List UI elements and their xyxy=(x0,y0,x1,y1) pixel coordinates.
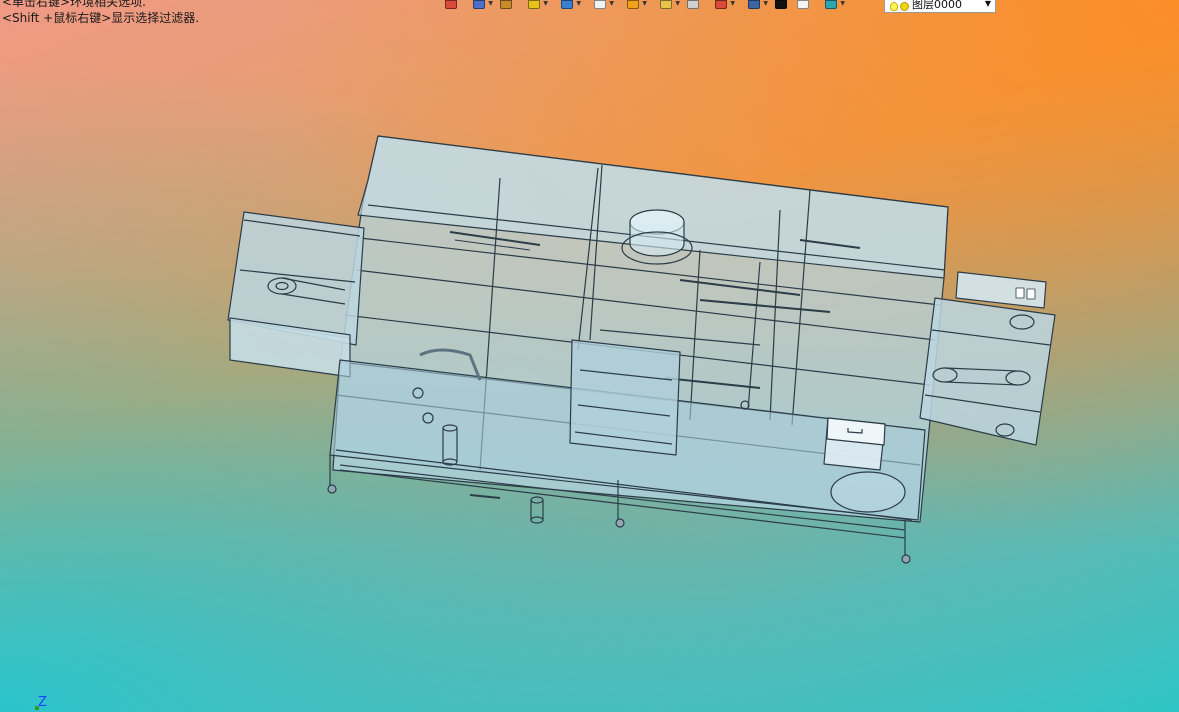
cad-model-machine[interactable] xyxy=(0,0,1179,712)
3d-viewport[interactable]: <单击右键>环境相关选项. <Shift +鼠标右键>显示选择过滤器. ▼ ▼ ▼ ▼… xyxy=(0,0,1179,712)
right-conveyor xyxy=(919,297,1056,446)
axis-origin-icon xyxy=(35,706,39,710)
axis-z-label: Z xyxy=(38,695,47,710)
